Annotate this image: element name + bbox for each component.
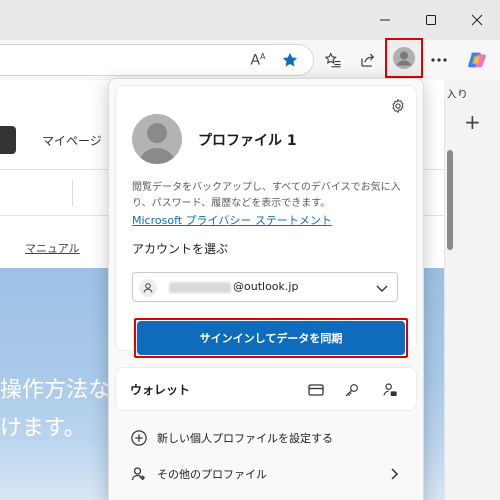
- maximize-icon: [426, 15, 436, 25]
- close-icon: [471, 14, 483, 26]
- add-circle-icon: [129, 428, 149, 448]
- chevron-down-icon: [376, 285, 388, 292]
- read-aloud-sup: A: [260, 51, 266, 61]
- more-options-button[interactable]: [424, 45, 454, 75]
- sync-description: 閲覧データをバックアップし、すべてのデバイスでお気に入り、パスワード、履歴などを…: [132, 182, 401, 209]
- read-aloud-glyph: A: [250, 52, 261, 69]
- share-icon: [361, 53, 375, 67]
- choose-account-label: アカウントを選ぶ: [132, 242, 229, 256]
- profile-name: プロファイル 1: [198, 133, 297, 149]
- favorite-star-button[interactable]: [275, 45, 305, 75]
- favorites-list-icon: [324, 52, 341, 68]
- payment-card-button[interactable]: [306, 380, 326, 400]
- other-profiles-menu-item[interactable]: その他のプロファイル: [123, 459, 413, 489]
- account-name-redacted: [169, 282, 231, 293]
- profile-flyout: プロファイル 1 閲覧データをバックアップし、すべてのデバイスでお気に入り、パス…: [108, 78, 424, 500]
- hero-line-2: けます。: [0, 416, 86, 441]
- person-card-icon: [383, 383, 397, 396]
- person-avatar-icon: [138, 123, 176, 164]
- title-bar: [0, 0, 500, 40]
- add-profile-label: 新しい個人プロファイルを設定する: [157, 432, 333, 445]
- favorites-button[interactable]: [318, 45, 348, 75]
- chevron-right-icon: [391, 468, 399, 480]
- signin-sync-button[interactable]: サインインしてデータを同期: [137, 321, 405, 355]
- star-icon: [282, 52, 298, 67]
- privacy-statement-link[interactable]: Microsoft プライバシー ステートメント: [132, 212, 332, 228]
- read-aloud-button[interactable]: AA: [243, 45, 273, 75]
- browser-toolbar: AA: [0, 40, 500, 80]
- minimize-button[interactable]: [362, 0, 408, 40]
- profile-button[interactable]: [385, 38, 423, 78]
- personal-info-button[interactable]: [380, 380, 400, 400]
- profile-settings-button[interactable]: [388, 96, 408, 116]
- other-profiles-label: その他のプロファイル: [157, 468, 267, 481]
- maximize-button[interactable]: [408, 0, 454, 40]
- share-button[interactable]: [353, 45, 383, 75]
- manual-link[interactable]: マニュアル: [25, 240, 80, 256]
- wallet-label: ウォレット: [130, 383, 191, 397]
- hero-line-1: 操作方法な: [0, 378, 111, 403]
- avatar-icon: [393, 47, 415, 69]
- wallet-card[interactable]: ウォレット: [115, 367, 417, 411]
- minimize-icon: [380, 19, 390, 21]
- page-menu-button[interactable]: [0, 126, 16, 154]
- read-aloud-icon: AA: [250, 52, 265, 69]
- account-dropdown[interactable]: @outlook.jp: [132, 272, 398, 302]
- my-page-link[interactable]: マイページ: [42, 132, 102, 149]
- more-icon: [431, 58, 447, 62]
- key-icon: [345, 384, 358, 397]
- passwords-button[interactable]: [342, 380, 362, 400]
- profile-avatar: [132, 114, 182, 164]
- profile-card: プロファイル 1 閲覧データをバックアップし、すべてのデバイスでお気に入り、パス…: [115, 85, 417, 358]
- hero-text: 操作方法な けます。: [0, 372, 110, 448]
- scrollbar-thumb[interactable]: [447, 150, 453, 250]
- add-sidebar-app-icon[interactable]: +: [464, 110, 481, 134]
- account-email-domain: @outlook.jp: [233, 280, 299, 293]
- copilot-icon: [468, 52, 486, 68]
- account-person-icon: [139, 279, 157, 297]
- divider: [72, 180, 73, 206]
- credit-card-icon: [308, 384, 324, 396]
- gear-icon: [392, 98, 404, 114]
- close-button[interactable]: [454, 0, 500, 40]
- switch-profile-icon: [129, 464, 149, 484]
- copilot-button[interactable]: [462, 45, 492, 75]
- add-profile-menu-item[interactable]: 新しい個人プロファイルを設定する: [123, 423, 413, 453]
